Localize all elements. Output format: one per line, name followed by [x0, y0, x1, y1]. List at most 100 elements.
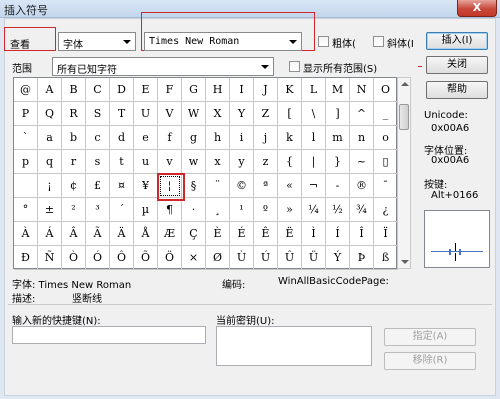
symbol-cell[interactable]: È [206, 222, 230, 246]
symbol-cell[interactable]: · [182, 198, 206, 222]
symbol-cell[interactable]: } [326, 150, 350, 174]
symbol-cell[interactable]: H [206, 78, 230, 102]
scroll-thumb[interactable] [399, 104, 409, 130]
close-window-button[interactable]: X [457, 0, 497, 17]
symbol-cell[interactable]: ¤ [110, 174, 134, 198]
symbol-cell[interactable]: t [110, 150, 134, 174]
symbol-cell[interactable]: W [182, 102, 206, 126]
symbol-cell[interactable]: ] [326, 102, 350, 126]
symbol-cell[interactable]: F [158, 78, 182, 102]
symbol-cell[interactable]: ± [38, 198, 62, 222]
symbol-cell[interactable]: z [254, 150, 278, 174]
symbol-cell[interactable]: Ø [206, 246, 230, 270]
symbol-cell[interactable]: Æ [158, 222, 182, 246]
new-shortcut-input[interactable] [12, 326, 206, 344]
symbol-cell[interactable]: £ [86, 174, 110, 198]
symbol-cell[interactable]: a [38, 126, 62, 150]
symbol-cell[interactable]: q [38, 150, 62, 174]
show-all-ranges-checkbox[interactable] [289, 61, 300, 72]
symbol-cell[interactable]: @ [14, 78, 38, 102]
symbol-cell[interactable]: Ü [302, 246, 326, 270]
symbol-cell[interactable]: Â [62, 222, 86, 246]
symbol-cell[interactable]: Û [278, 246, 302, 270]
symbol-cell[interactable]: n [350, 126, 374, 150]
symbol-cell[interactable]: p [14, 150, 38, 174]
symbol-cell[interactable]: Ì [302, 222, 326, 246]
symbol-cell[interactable]: Ó [86, 246, 110, 270]
symbol-cell[interactable]: ® [350, 174, 374, 198]
symbol-cell[interactable]: ³ [86, 198, 110, 222]
view-select[interactable]: 字体 [58, 32, 136, 51]
symbol-cell[interactable]: _ [374, 102, 398, 126]
symbol-cell[interactable]: ¼ [302, 198, 326, 222]
current-key-list[interactable] [216, 326, 372, 366]
symbol-cell[interactable]: Õ [134, 246, 158, 270]
symbol-cell[interactable]: ² [62, 198, 86, 222]
symbol-cell[interactable]: Î [350, 222, 374, 246]
symbol-cell[interactable]: Ä [110, 222, 134, 246]
symbol-cell[interactable]: ¥ [134, 174, 158, 198]
symbol-cell[interactable]: Í [326, 222, 350, 246]
symbol-cell[interactable]: d [110, 126, 134, 150]
bold-checkbox[interactable] [318, 36, 329, 47]
insert-button[interactable]: 插入(I) [426, 32, 488, 50]
symbol-cell[interactable]: U [134, 102, 158, 126]
symbol-cell[interactable]: I [230, 78, 254, 102]
symbol-cell[interactable]: | [302, 150, 326, 174]
symbol-cell[interactable]: v [158, 150, 182, 174]
symbol-cell[interactable]: e [134, 126, 158, 150]
symbol-cell[interactable]: º [254, 198, 278, 222]
symbol-cell[interactable]: ▯ [374, 150, 398, 174]
symbol-cell[interactable]: k [278, 126, 302, 150]
symbol-cell[interactable]: J [254, 78, 278, 102]
symbol-cell[interactable]: y [230, 150, 254, 174]
symbol-cell[interactable]: ½ [326, 198, 350, 222]
symbol-cell[interactable]: j [254, 126, 278, 150]
symbol-cell[interactable]: P [14, 102, 38, 126]
symbol-cell[interactable]: Ê [254, 222, 278, 246]
symbol-cell[interactable]: x [206, 150, 230, 174]
symbol-cell[interactable]: Ë [278, 222, 302, 246]
symbol-cell[interactable]: E [134, 78, 158, 102]
grid-scrollbar[interactable] [397, 77, 411, 269]
symbol-cell[interactable]: m [326, 126, 350, 150]
symbol-cell[interactable]: © [230, 174, 254, 198]
symbol-cell[interactable]: u [134, 150, 158, 174]
symbol-cell[interactable]: Ç [182, 222, 206, 246]
symbol-cell[interactable] [14, 174, 38, 198]
symbol-cell[interactable]: Z [254, 102, 278, 126]
symbol-cell[interactable]: ¹ [230, 198, 254, 222]
symbol-cell[interactable]: N [350, 78, 374, 102]
symbol-cell[interactable]: M [326, 78, 350, 102]
symbol-cell[interactable]: ª [254, 174, 278, 198]
symbol-cell[interactable]: Ã [86, 222, 110, 246]
symbol-cell[interactable]: « [278, 174, 302, 198]
symbol-cell[interactable]: Q [38, 102, 62, 126]
symbol-cell[interactable]: w [182, 150, 206, 174]
symbol-cell[interactable]: V [158, 102, 182, 126]
symbol-cell[interactable]: B [62, 78, 86, 102]
symbol-cell[interactable]: r [62, 150, 86, 174]
symbol-cell[interactable]: Þ [350, 246, 374, 270]
symbol-cell[interactable]: A [38, 78, 62, 102]
scroll-down-icon[interactable] [401, 260, 409, 264]
symbol-cell[interactable]: § [182, 174, 206, 198]
symbol-cell[interactable]: Ö [158, 246, 182, 270]
symbol-cell[interactable]: S [86, 102, 110, 126]
symbol-cell[interactable]: ¸ [206, 198, 230, 222]
symbol-cell[interactable]: Á [38, 222, 62, 246]
font-select[interactable]: Times New Roman [144, 32, 302, 51]
scroll-up-icon[interactable] [401, 82, 409, 86]
symbol-cell[interactable]: ` [14, 126, 38, 150]
symbol-cell[interactable]: É [230, 222, 254, 246]
symbol-cell[interactable]: ¯ [374, 174, 398, 198]
symbol-cell[interactable]: Y [230, 102, 254, 126]
symbol-cell[interactable]: O [374, 78, 398, 102]
symbol-cell[interactable]: Ð [14, 246, 38, 270]
symbol-cell[interactable]: - [326, 174, 350, 198]
italic-checkbox[interactable] [373, 36, 384, 47]
symbol-cell[interactable]: ¢ [62, 174, 86, 198]
symbol-cell[interactable]: Ù [230, 246, 254, 270]
symbol-cell[interactable]: X [206, 102, 230, 126]
symbol-cell[interactable]: ~ [350, 150, 374, 174]
